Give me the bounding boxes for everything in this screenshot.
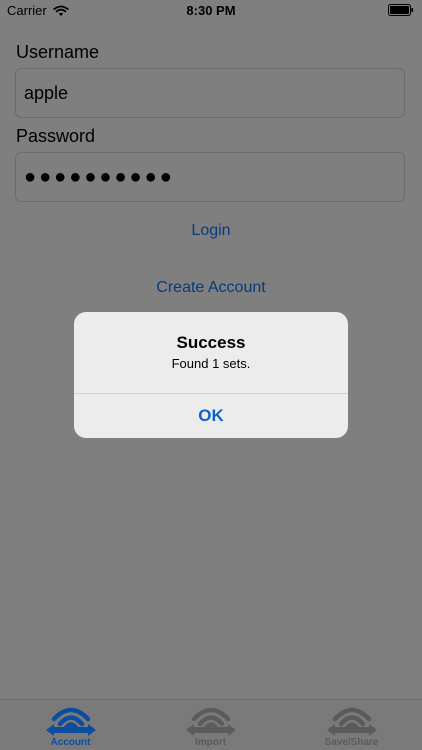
alert-title: Success [176,333,246,352]
tab-save-share-label: Save/Share [324,737,379,748]
username-field[interactable]: apple [15,68,405,118]
password-label: Password [16,126,96,146]
wifi-arrows-icon [185,707,236,736]
login-button[interactable]: Login [0,222,422,240]
status-time: 8:30 PM [186,3,236,18]
tab-import-label: Import [194,737,227,748]
tab-bar: Account Import Save/Share [0,699,422,750]
battery-icon [388,4,414,16]
password-field[interactable]: ●●●●●●●●●● [15,152,405,202]
alert-message: Found 1 sets. [171,356,251,371]
status-bar: Carrier 8:30 PM [0,0,422,22]
tab-account-label: Account [50,737,91,748]
alert-ok-button[interactable]: OK [74,394,348,438]
username-label: Username [16,42,100,62]
tab-import[interactable]: Import [140,700,281,750]
create-account-button[interactable]: Create Account [0,279,422,297]
tab-save-share[interactable]: Save/Share [281,700,422,750]
wifi-arrows-icon [326,707,377,736]
wifi-arrows-icon [45,707,96,736]
success-alert: Success Found 1 sets. OK [74,312,348,438]
tab-account[interactable]: Account [0,700,141,750]
